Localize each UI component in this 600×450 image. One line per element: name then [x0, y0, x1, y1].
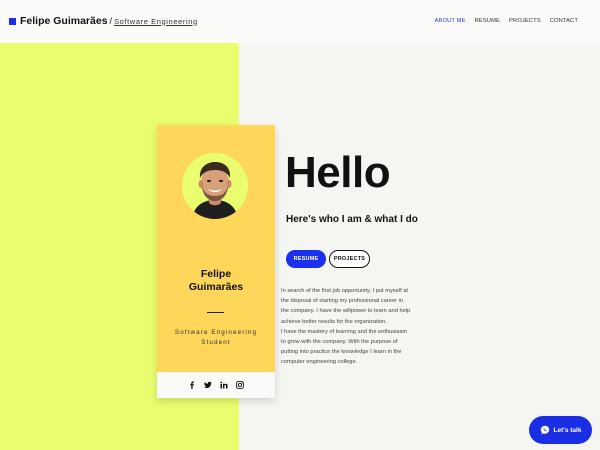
- resume-button[interactable]: RESUME: [286, 250, 326, 268]
- lets-talk-button[interactable]: Let's talk: [529, 416, 592, 444]
- brand-slash: /: [109, 16, 113, 26]
- bio-text: In search of the first job opportunity, …: [281, 286, 411, 368]
- brand-role-link[interactable]: Software Engineering: [114, 17, 198, 26]
- profile-card: Felipe Guimarães Software Engineering St…: [157, 125, 275, 398]
- brand-name[interactable]: Felipe Guimarães: [20, 15, 108, 27]
- profile-card-top: Felipe Guimarães Software Engineering St…: [157, 125, 275, 372]
- chat-bubble-icon: [540, 425, 549, 435]
- avatar-photo-icon: [182, 153, 248, 219]
- hero-greeting: Hello: [285, 148, 391, 197]
- nav-about-me[interactable]: ABOUT ME: [435, 18, 466, 24]
- card-role-line2: Student: [201, 339, 231, 346]
- card-first-name: Felipe: [200, 268, 232, 280]
- brand-square-icon: [9, 17, 16, 25]
- header: Felipe Guimarães / Software Engineering …: [0, 0, 600, 43]
- bio-paragraph: I have the mastery of learning and the e…: [281, 328, 408, 366]
- social-links: [157, 372, 275, 398]
- bio-paragraph: In search of the first job opportunity, …: [281, 288, 411, 325]
- lets-talk-label: Let's talk: [553, 426, 582, 434]
- brand[interactable]: Felipe Guimarães / Software Engineering: [9, 15, 198, 27]
- linkedin-icon[interactable]: [220, 381, 228, 389]
- projects-button[interactable]: PROJECTS: [329, 250, 370, 268]
- card-last-name: Guimarães: [188, 281, 244, 293]
- card-name: Felipe Guimarães: [157, 268, 275, 294]
- facebook-icon[interactable]: [188, 381, 196, 389]
- instagram-icon[interactable]: [236, 381, 244, 389]
- nav-resume[interactable]: RESUME: [475, 18, 500, 24]
- nav-projects[interactable]: PROJECTS: [509, 18, 541, 24]
- nav-contact[interactable]: CONTACT: [550, 18, 578, 24]
- card-divider: [207, 312, 224, 313]
- hero-subtitle: Here's who I am & what I do: [286, 214, 418, 225]
- twitter-icon[interactable]: [204, 381, 212, 389]
- avatar: [182, 153, 248, 219]
- nav-menu: ABOUT ME RESUME PROJECTS CONTACT: [435, 18, 578, 24]
- card-role: Software Engineering Student: [167, 328, 265, 348]
- card-role-line1: Software Engineering: [174, 329, 258, 336]
